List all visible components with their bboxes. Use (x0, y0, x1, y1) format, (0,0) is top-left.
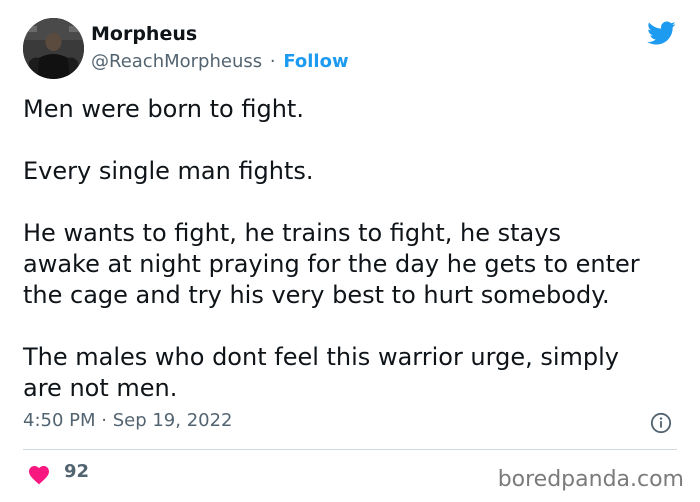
tweet-card: Morpheus @ReachMorpheuss · Follow Men we… (0, 0, 700, 502)
info-icon[interactable] (650, 412, 672, 434)
tweet-line: He wants to fight, he trains to fight, h… (23, 219, 561, 247)
tweet-line: are not men. (23, 374, 178, 402)
avatar-image (23, 18, 84, 79)
follow-button[interactable]: Follow (283, 51, 348, 72)
separator: · (269, 51, 276, 72)
avatar[interactable] (23, 18, 84, 79)
tweet-paragraph: The males who dont feel this warrior urg… (23, 342, 683, 404)
tweet-paragraph: He wants to fight, he trains to fight, h… (23, 218, 683, 311)
tweet-line: The males who dont feel this warrior urg… (23, 343, 620, 371)
watermark: boredpanda.com (497, 467, 684, 492)
handle-line: @ReachMorpheuss · Follow (91, 51, 349, 72)
tweet-paragraph: Men were born to fight. (23, 94, 683, 125)
tweet-line: Every single man fights. (23, 157, 314, 185)
like-count[interactable]: 92 (64, 461, 89, 482)
tweet-text: Men were born to fight. Every single man… (23, 94, 683, 435)
twitter-bird-icon[interactable] (644, 18, 678, 48)
tweet-line: Men were born to fight. (23, 95, 304, 123)
heart-icon[interactable] (27, 463, 51, 485)
handle[interactable]: @ReachMorpheuss (91, 51, 262, 72)
tweet-line: awake at night praying for the day he ge… (23, 250, 640, 278)
tweet-line: the cage and try his very best to hurt s… (23, 281, 610, 309)
display-name[interactable]: Morpheus (91, 23, 197, 45)
divider (23, 449, 677, 450)
tweet-paragraph: Every single man fights. (23, 156, 683, 187)
tweet-timestamp[interactable]: 4:50 PM · Sep 19, 2022 (23, 410, 233, 431)
